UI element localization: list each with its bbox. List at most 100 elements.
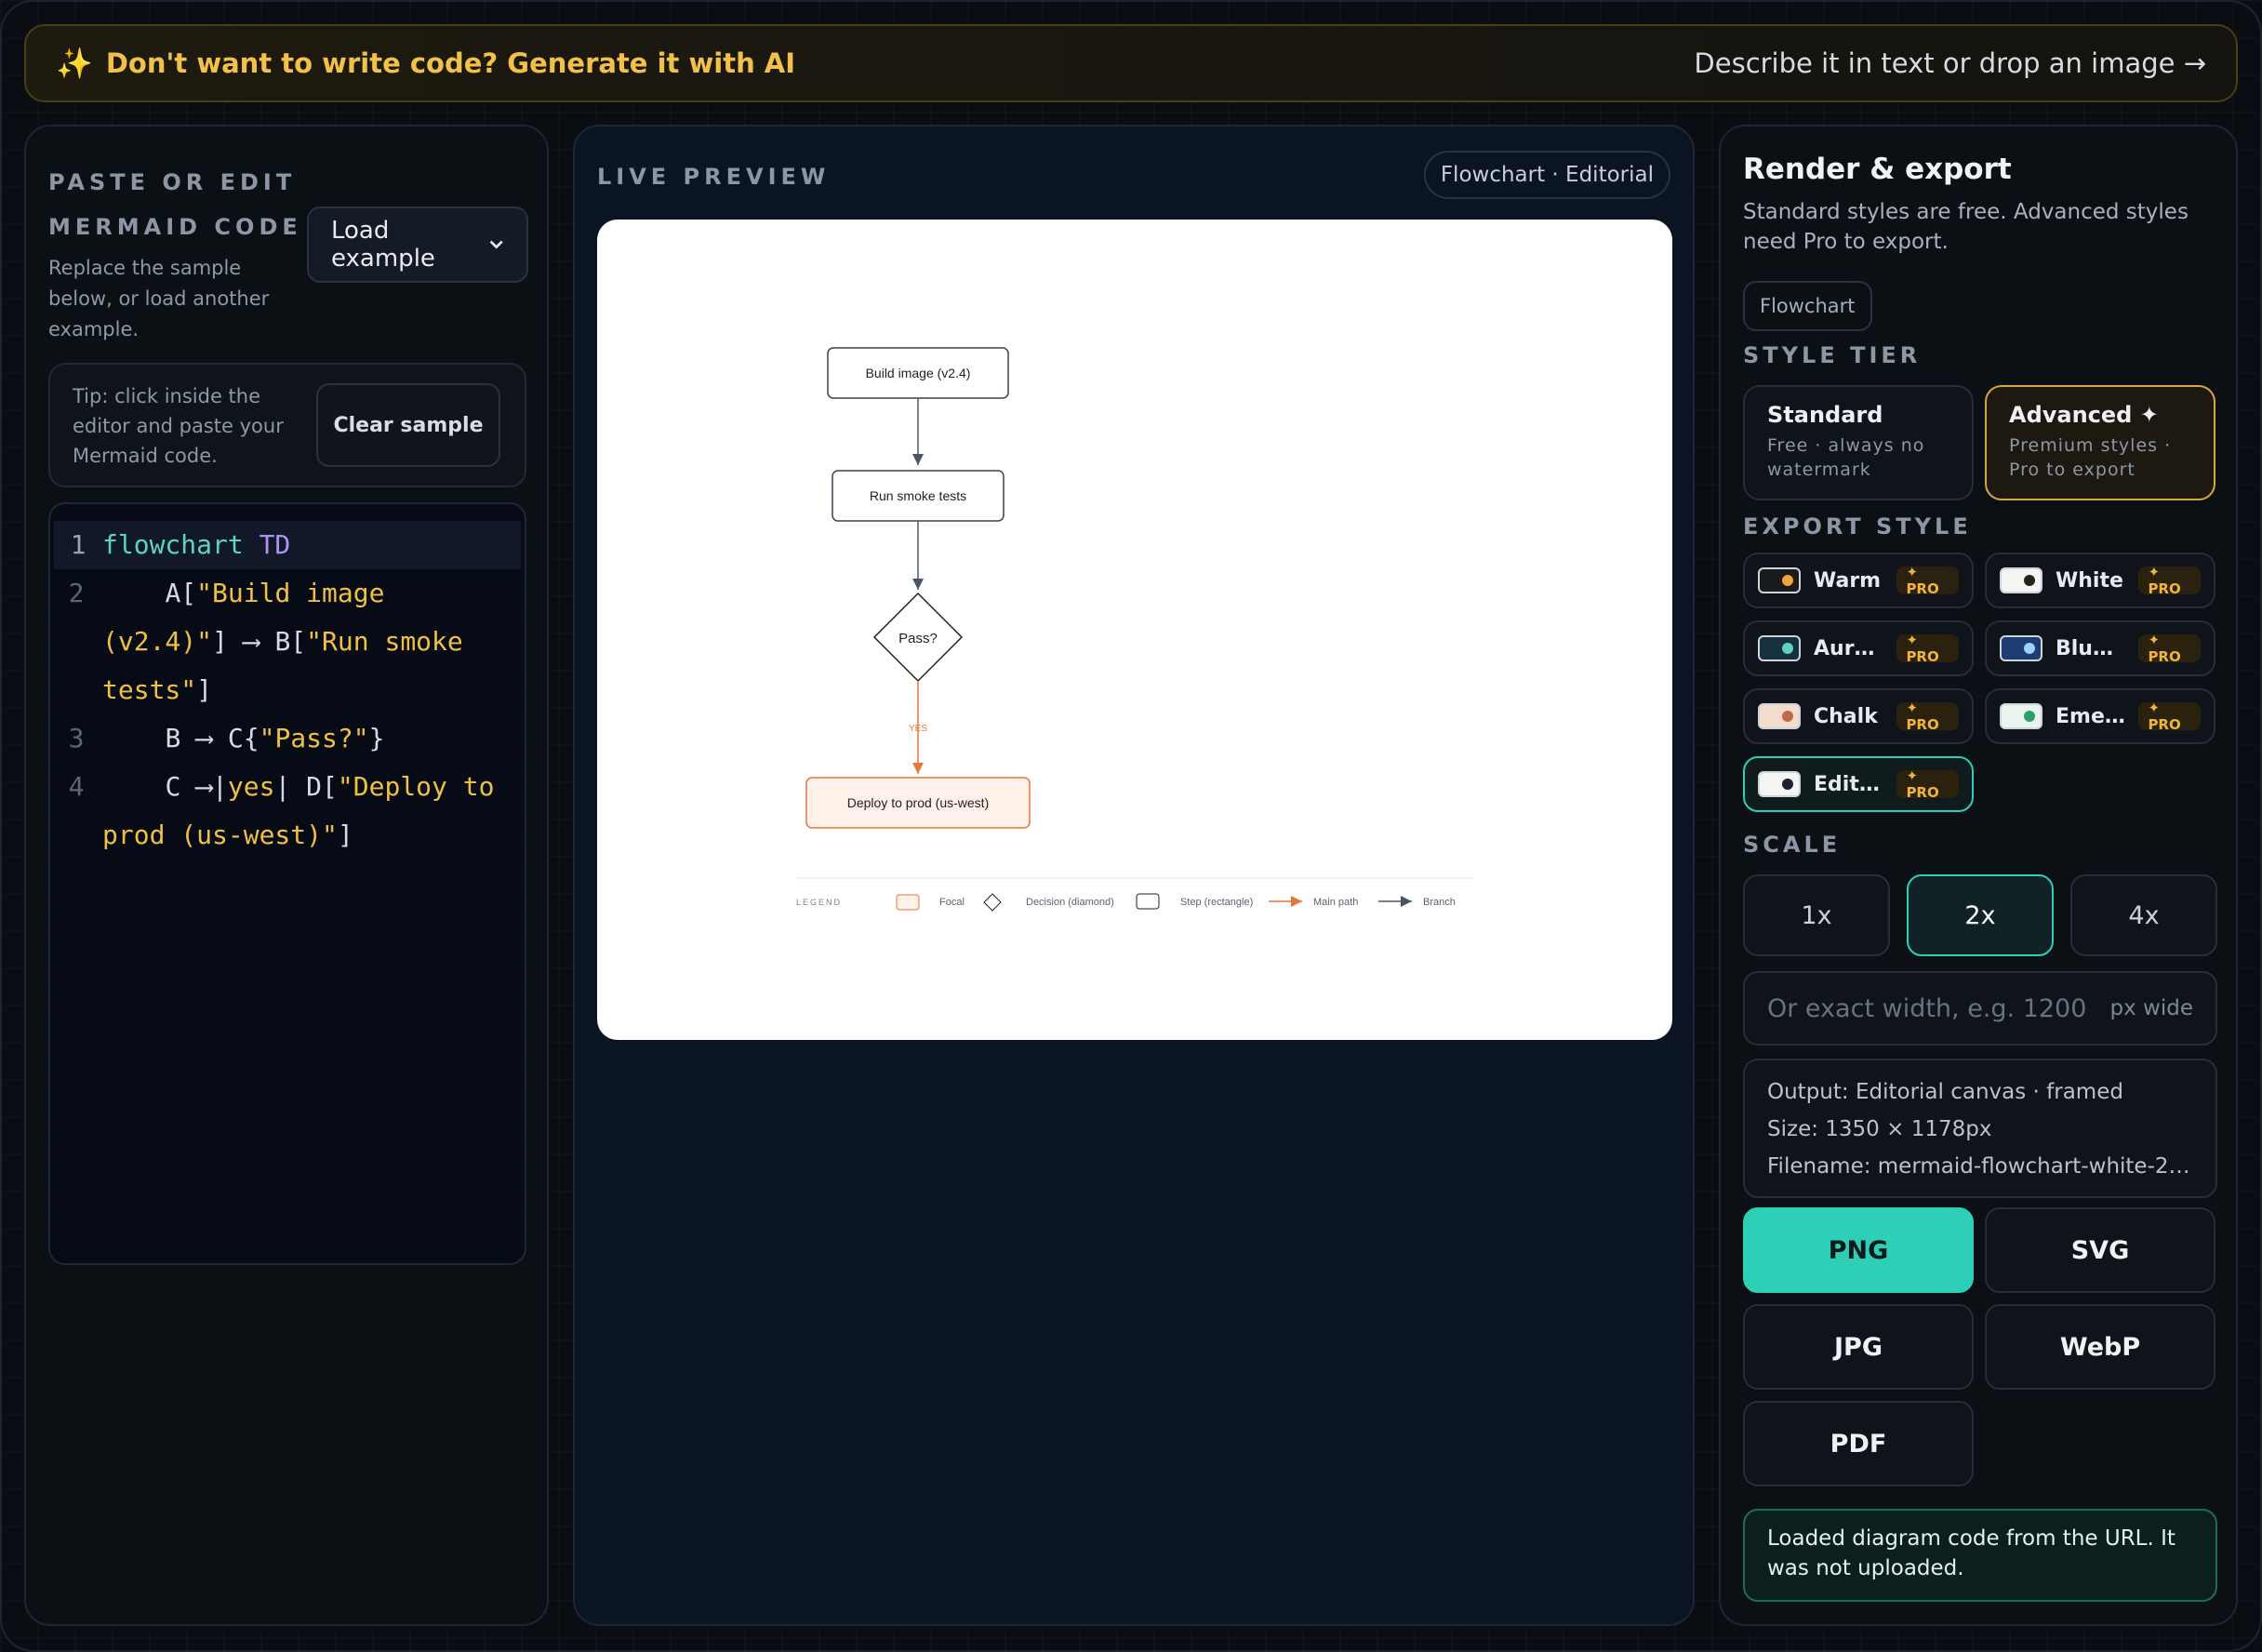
export-style-blueprint[interactable]: Blueprint ✦ PRO bbox=[1985, 620, 2215, 676]
tier-advanced[interactable]: Advanced ✦ Premium styles · Pro to expor… bbox=[1985, 385, 2215, 500]
diagram-type-pill: Flowchart · Editorial bbox=[1423, 151, 1670, 199]
style-swatch-icon bbox=[1758, 703, 1801, 729]
editor-subtitle: Replace the sample below, or load anothe… bbox=[48, 257, 270, 340]
node-run-smoke-tests-label: Run smoke tests bbox=[870, 488, 966, 503]
node-deploy-label: Deploy to prod (us-west) bbox=[847, 795, 990, 810]
legend-diamond-swatch bbox=[983, 893, 1002, 912]
exact-width-input[interactable] bbox=[1767, 993, 2110, 1023]
editor-heading-line2: MERMAID CODE bbox=[48, 214, 302, 240]
code-token: } bbox=[368, 723, 385, 753]
scale-4x-button[interactable]: 4x bbox=[2070, 874, 2217, 956]
export-pdf-button[interactable]: PDF bbox=[1743, 1401, 1974, 1486]
style-name: Aurora bbox=[1814, 636, 1883, 660]
code-token: flowchart bbox=[102, 529, 244, 560]
export-subtitle: Standard styles are free. Advanced style… bbox=[1743, 200, 2189, 254]
pro-badge: ✦ PRO bbox=[2138, 699, 2201, 733]
export-style-white[interactable]: White ✦ PRO bbox=[1985, 553, 2215, 608]
tier-standard[interactable]: Standard Free · always no watermark bbox=[1743, 385, 1974, 500]
export-style-chalk[interactable]: Chalk ✦ PRO bbox=[1743, 688, 1974, 744]
node-build-image-label: Build image (v2.4) bbox=[866, 366, 971, 380]
tip-text: Tip: click inside the editor and paste y… bbox=[73, 385, 284, 467]
code-text: C ⟶|yes| D["Deploy to prod (us-west)"] bbox=[102, 763, 525, 859]
export-style-warm[interactable]: Warm ✦ PRO bbox=[1743, 553, 1974, 608]
style-name: Emerald bbox=[2056, 704, 2125, 728]
output-summary: Output: Editorial canvas · framed Size: … bbox=[1743, 1059, 2217, 1198]
export-panel: Render & export Standard styles are free… bbox=[1719, 125, 2238, 1626]
chevron-down-icon bbox=[489, 240, 503, 249]
export-jpg-button[interactable]: JPG bbox=[1743, 1304, 1974, 1390]
code-token: ] bbox=[337, 819, 353, 850]
tip-box: Tip: click inside the editor and paste y… bbox=[48, 363, 526, 487]
width-suffix: px wide bbox=[2109, 996, 2193, 1020]
code-line[interactable]: 2 A["Build image (v2.4)"] ⟶ B["Run smoke… bbox=[50, 569, 525, 714]
code-token: | D[ bbox=[274, 771, 338, 802]
pro-badge: ✦ PRO bbox=[1896, 699, 1959, 733]
style-name: Editorial bbox=[1814, 772, 1883, 796]
select-value: Load example bbox=[331, 217, 435, 273]
code-line[interactable]: 1 flowchart TD bbox=[54, 521, 521, 569]
style-swatch-icon bbox=[2000, 635, 2042, 661]
code-line[interactable]: 3 B ⟶ C{"Pass?"} bbox=[50, 714, 525, 763]
output-size: Size: 1350 × 1178px bbox=[1767, 1117, 1992, 1141]
preview-canvas[interactable]: Build image (v2.4) Run smoke tests Pass?… bbox=[597, 220, 1672, 1040]
pro-badge: ✦ PRO bbox=[2138, 632, 2201, 665]
export-style-aurora[interactable]: Aurora ✦ PRO bbox=[1743, 620, 1974, 676]
pro-badge: ✦ PRO bbox=[1896, 767, 1959, 801]
style-name: Warm bbox=[1814, 568, 1882, 593]
banner-link[interactable]: Describe it in text or drop an image → bbox=[1694, 47, 2206, 79]
flowchart-diagram: Build image (v2.4) Run smoke tests Pass?… bbox=[794, 347, 1475, 912]
legend-decision-label: Decision (diamond) bbox=[1026, 897, 1114, 908]
code-editor[interactable]: 1 flowchart TD 2 A["Build image (v2.4)"] ⟶… bbox=[48, 502, 526, 1265]
style-swatch-icon bbox=[1758, 567, 1801, 593]
code-token: C ⟶| bbox=[102, 771, 228, 802]
legend-focal-label: Focal bbox=[939, 897, 965, 908]
tier-advanced-name: Advanced ✦ bbox=[2009, 402, 2159, 428]
legend-main-path-label: Main path bbox=[1313, 897, 1358, 908]
code-token: TD bbox=[259, 529, 291, 560]
code-token: B ⟶ C{ bbox=[102, 723, 259, 753]
code-text: flowchart TD bbox=[102, 521, 521, 569]
style-name: Chalk bbox=[1814, 704, 1878, 728]
code-text: B ⟶ C{"Pass?"} bbox=[102, 714, 525, 763]
tier-advanced-desc: Premium styles · Pro to export bbox=[2009, 435, 2172, 480]
node-pass-decision-label: Pass? bbox=[898, 631, 938, 646]
export-style-emerald[interactable]: Emerald ✦ PRO bbox=[1985, 688, 2215, 744]
load-example-select[interactable]: Load example bbox=[307, 206, 528, 283]
line-number: 2 bbox=[68, 578, 85, 608]
style-name: White bbox=[2056, 568, 2123, 593]
style-swatch-icon bbox=[1758, 771, 1801, 797]
code-token: "Pass?" bbox=[259, 723, 369, 753]
scale-heading: SCALE bbox=[1743, 832, 1842, 858]
legend-title: LEGEND bbox=[796, 898, 842, 907]
export-title: Render & export bbox=[1743, 153, 2012, 186]
style-name: Blueprint bbox=[2056, 636, 2125, 660]
clear-sample-button[interactable]: Clear sample bbox=[316, 383, 500, 467]
legend-focal-swatch bbox=[896, 894, 920, 911]
line-number: 4 bbox=[68, 771, 85, 802]
export-style-editorial[interactable]: Editorial ✦ PRO bbox=[1743, 756, 1974, 812]
scale-2x-button[interactable]: 2x bbox=[1907, 874, 2054, 956]
pro-badge: ✦ PRO bbox=[2138, 564, 2201, 597]
export-png-button[interactable]: PNG bbox=[1743, 1207, 1974, 1293]
style-swatch-icon bbox=[2000, 567, 2042, 593]
legend-step-swatch bbox=[1136, 893, 1160, 910]
style-swatch-icon bbox=[1758, 635, 1801, 661]
output-filename: Filename: mermaid-flowchart-white-2x.png bbox=[1767, 1154, 2193, 1179]
code-token: A[ bbox=[102, 578, 197, 608]
style-tier-heading: STYLE TIER bbox=[1743, 342, 1922, 368]
export-webp-button[interactable]: WebP bbox=[1985, 1304, 2215, 1390]
tier-standard-name: Standard bbox=[1767, 402, 1883, 428]
code-token: ] bbox=[196, 674, 213, 705]
export-svg-button[interactable]: SVG bbox=[1985, 1207, 2215, 1293]
exact-width-field[interactable]: px wide bbox=[1743, 971, 2217, 1046]
edge-yes-label: YES bbox=[909, 724, 927, 734]
line-number: 3 bbox=[68, 723, 85, 753]
sparkles-icon: ✨ bbox=[56, 46, 93, 81]
ai-generate-banner[interactable]: ✨ Don't want to write code? Generate it … bbox=[24, 24, 2238, 102]
scale-1x-button[interactable]: 1x bbox=[1743, 874, 1890, 956]
code-line[interactable]: 4 C ⟶|yes| D["Deploy to prod (us-west)"] bbox=[50, 763, 525, 859]
pro-badge: ✦ PRO bbox=[1896, 564, 1959, 597]
legend-branch-label: Branch bbox=[1423, 897, 1456, 908]
banner-text: Don't want to write code? Generate it wi… bbox=[105, 47, 796, 79]
